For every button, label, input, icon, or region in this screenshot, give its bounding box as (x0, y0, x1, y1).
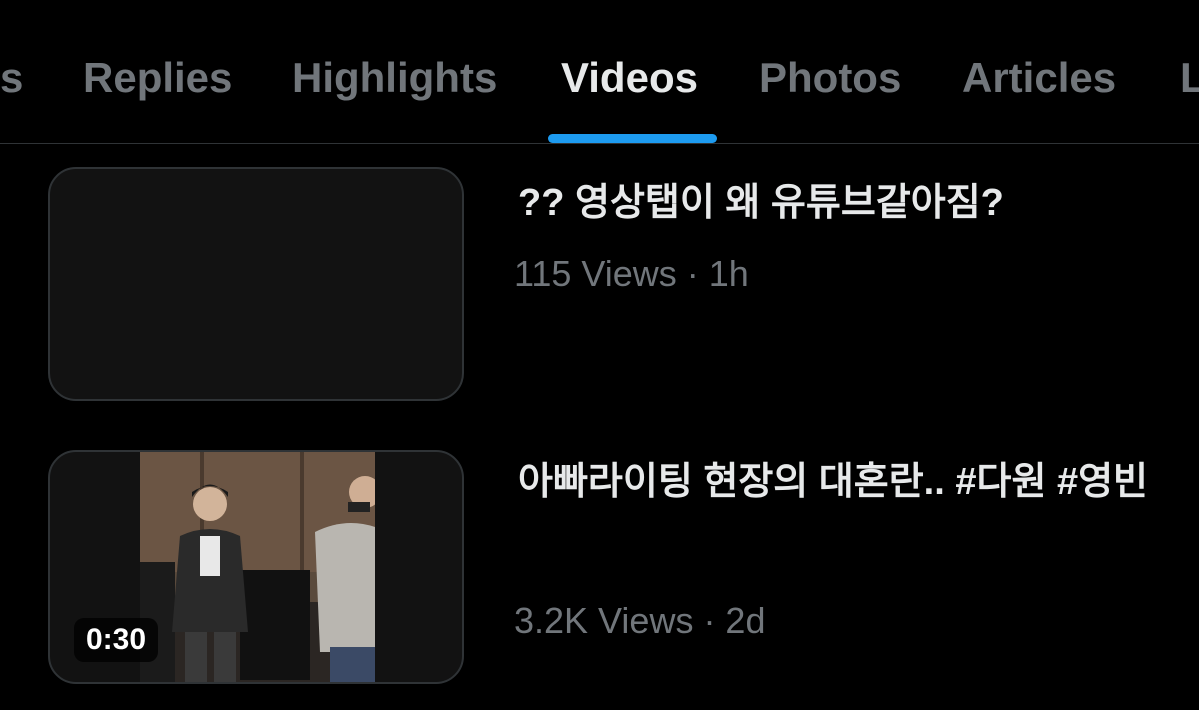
video-meta: 3.2K Views · 2d (514, 600, 766, 641)
video-title[interactable]: ?? 영상탭이 왜 유튜브같아짐? (518, 176, 1158, 230)
video-frame-picture (140, 452, 375, 682)
video-frame-image (140, 452, 375, 682)
video-title[interactable]: 아빠라이팅 현장의 대혼란.. #다원 #영빈 (518, 455, 1158, 509)
video-meta: 115 Views · 1h (514, 253, 749, 294)
active-tab-indicator (548, 134, 717, 143)
tab-posts[interactable]: ts (0, 52, 23, 104)
tab-videos[interactable]: Videos (561, 52, 698, 104)
video-thumbnail[interactable]: 0:30 (48, 450, 464, 684)
video-list-item[interactable]: 0:30 아빠라이팅 현장의 대혼란.. #다원 #영빈 3.2K Views … (0, 450, 1199, 686)
profile-tab-bar: ts Replies Highlights Videos Photos Arti… (0, 0, 1199, 144)
tab-replies[interactable]: Replies (83, 52, 232, 104)
tab-likes[interactable]: L (1180, 52, 1199, 104)
video-list-item[interactable]: ?? 영상탭이 왜 유튜브같아짐? 115 Views · 1h (0, 167, 1199, 403)
tab-highlights[interactable]: Highlights (292, 52, 497, 104)
video-thumbnail[interactable] (48, 167, 464, 401)
tab-photos[interactable]: Photos (759, 52, 901, 104)
tab-articles[interactable]: Articles (962, 52, 1116, 104)
video-duration-badge: 0:30 (74, 618, 159, 662)
